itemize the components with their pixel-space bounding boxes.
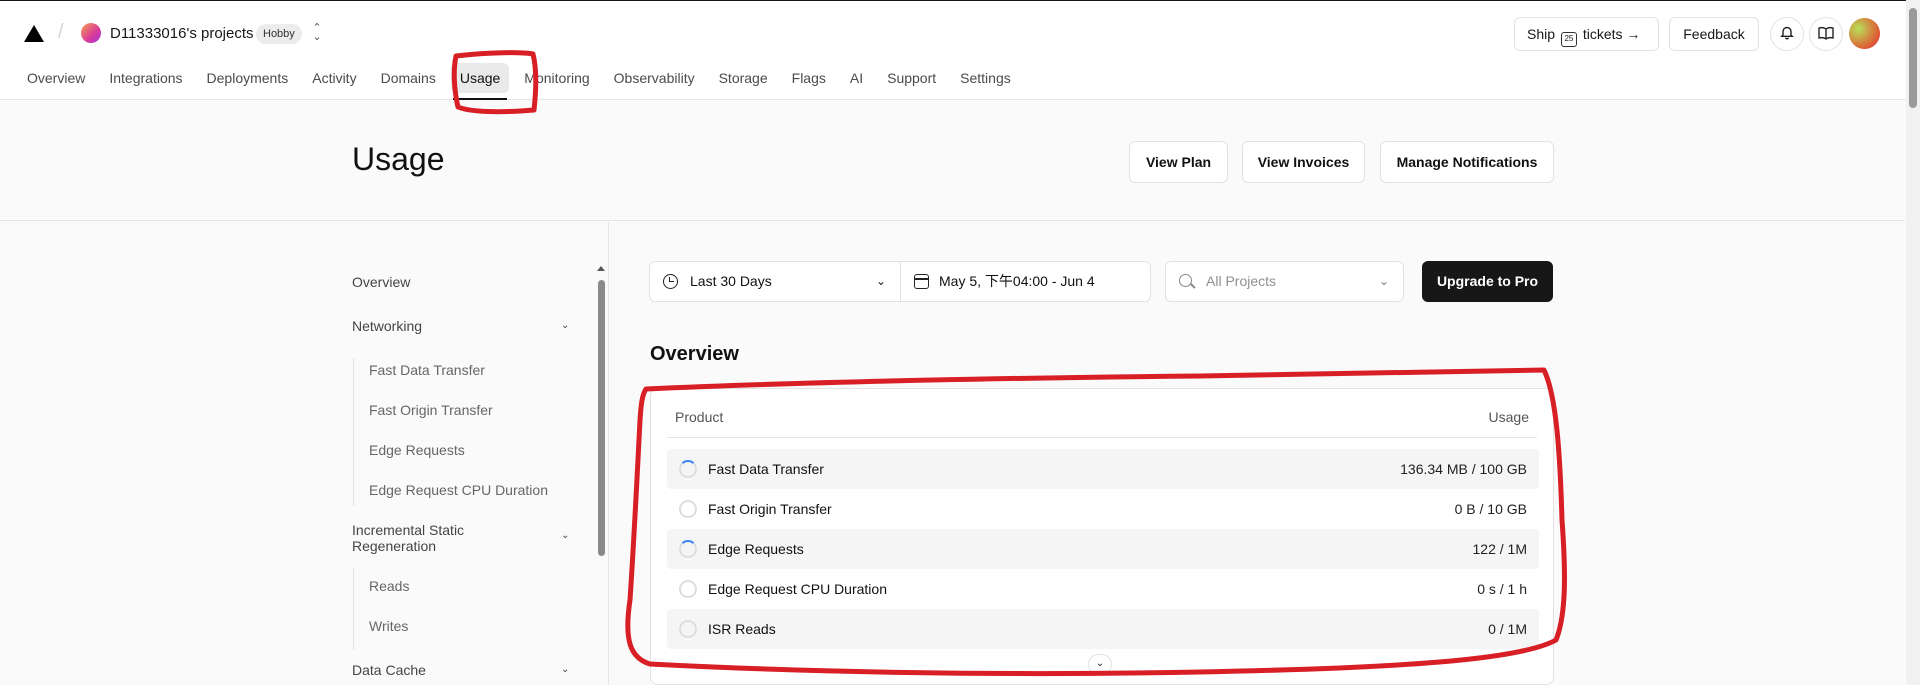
table-row[interactable]: Fast Data Transfer 136.34 MB / 100 GB [667,449,1539,489]
sidebar-section-data-cache[interactable]: Data Cache [352,662,426,678]
chevron-down-icon[interactable]: ⌄ [561,664,569,675]
tab-flags[interactable]: Flags [783,63,835,93]
sidebar-rail [353,568,354,650]
usage-ring-icon [679,500,697,518]
usage-value: 0 / 1M [1488,621,1527,637]
product-name: Fast Data Transfer [708,461,824,477]
tab-ai[interactable]: AI [841,63,872,93]
team-name[interactable]: D11333016's projects [110,25,254,42]
user-avatar[interactable] [1849,18,1880,49]
chevron-up-down-icon[interactable]: ⌃ ⌄ [310,23,324,44]
usage-value: 0 s / 1 h [1477,581,1527,597]
projects-filter-select[interactable]: All Projects ⌄ [1165,261,1404,302]
tab-settings[interactable]: Settings [951,63,1020,93]
usage-ring-icon [679,540,697,558]
sidebar-section-isr[interactable]: Incremental Static Regeneration [352,522,502,554]
expand-table-chevron-icon[interactable]: ⌄ [1088,654,1112,674]
projects-filter-placeholder: All Projects [1206,273,1277,289]
table-row[interactable]: Edge Requests 122 / 1M [667,529,1539,569]
column-header-usage: Usage [1488,409,1529,425]
calendar-icon [914,274,929,289]
chevron-down-icon: ⌄ [875,274,886,288]
product-name: Edge Request CPU Duration [708,581,887,597]
tab-integrations[interactable]: Integrations [100,63,191,93]
top-header: / D11333016's projects Hobby ⌃ ⌄ Ship 25 … [0,0,1920,100]
search-icon [1179,274,1192,287]
tab-deployments[interactable]: Deployments [198,63,298,93]
usage-value: 0 B / 10 GB [1454,501,1527,517]
tab-usage[interactable]: Usage [450,63,510,100]
sidebar-rail [353,358,354,506]
scroll-up-arrow-icon[interactable] [597,266,605,271]
project-nav-tabs: Overview Integrations Deployments Activi… [18,63,1026,100]
sidebar-item-isr-writes[interactable]: Writes [369,618,408,634]
sidebar-item-isr-reads[interactable]: Reads [369,578,409,594]
sidebar-item-fast-origin-transfer[interactable]: Fast Origin Transfer [369,402,493,418]
sidebar-item-overview[interactable]: Overview [352,274,410,290]
usage-ring-icon [679,620,697,638]
date-range-select[interactable]: Last 30 Days ⌄ [649,261,901,302]
tickets-label: tickets [1582,26,1623,42]
sidebar-section-networking[interactable]: Networking [352,318,422,334]
table-row[interactable]: ISR Reads 0 / 1M [667,609,1539,649]
calendar-icon: 25 [1560,32,1577,47]
upgrade-to-pro-button[interactable]: Upgrade to Pro [1422,261,1553,302]
page-scrollbar-thumb[interactable] [1909,8,1917,108]
tab-overview[interactable]: Overview [18,63,94,93]
clock-icon [663,274,678,289]
tab-monitoring[interactable]: Monitoring [515,63,598,93]
usage-value: 136.34 MB / 100 GB [1400,461,1527,477]
date-picker-value: May 5, 下午04:00 - Jun 4 [939,273,1095,289]
arrow-right-icon: → [1626,26,1641,42]
tab-support[interactable]: Support [878,63,945,93]
usage-ring-icon [679,460,697,478]
ship-label: Ship [1527,26,1556,42]
product-name: Edge Requests [708,541,804,557]
usage-overview-table: Product Usage Fast Data Transfer 136.34 … [650,388,1554,685]
tab-observability[interactable]: Observability [605,63,704,93]
manage-notifications-button[interactable]: Manage Notifications [1380,141,1554,183]
page-header: Usage View Plan View Invoices Manage Not… [0,101,1905,221]
tab-activity[interactable]: Activity [303,63,365,93]
sidebar-scrollbar-thumb[interactable] [598,280,605,556]
sidebar-item-edge-requests[interactable]: Edge Requests [369,442,465,458]
table-divider [667,437,1537,438]
page-title: Usage [352,141,445,177]
date-picker[interactable]: May 5, 下午04:00 - Jun 4 [900,261,1151,302]
tab-domains[interactable]: Domains [372,63,445,93]
chevron-down-icon[interactable]: ⌄ [561,320,569,331]
usage-value: 122 / 1M [1472,541,1527,557]
team-avatar[interactable] [81,23,101,43]
breadcrumb-separator: / [58,21,64,43]
notifications-bell-icon[interactable] [1770,17,1804,51]
table-row[interactable]: Fast Origin Transfer 0 B / 10 GB [667,489,1539,529]
view-plan-button[interactable]: View Plan [1129,141,1228,183]
feedback-button[interactable]: Feedback [1669,17,1759,51]
product-name: ISR Reads [708,621,776,637]
chevron-down-icon: ⌄ [1378,274,1389,288]
plan-badge: Hobby [256,24,302,44]
sidebar-item-fast-data-transfer[interactable]: Fast Data Transfer [369,362,485,378]
chevron-down-icon[interactable]: ⌄ [561,530,569,541]
docs-book-icon[interactable] [1809,17,1843,51]
table-row[interactable]: Edge Request CPU Duration 0 s / 1 h [667,569,1539,609]
view-invoices-button[interactable]: View Invoices [1242,141,1365,183]
tab-storage[interactable]: Storage [710,63,777,93]
usage-ring-icon [679,580,697,598]
date-range-value: Last 30 Days [690,273,772,289]
sidebar-item-edge-request-cpu-duration[interactable]: Edge Request CPU Duration [369,482,548,498]
usage-sidebar: Overview Networking ⌄ Fast Data Transfer… [0,222,609,685]
overview-heading: Overview [650,343,739,365]
product-name: Fast Origin Transfer [708,501,832,517]
vercel-logo-icon[interactable] [24,25,44,42]
ship-tickets-button[interactable]: Ship 25 tickets → [1514,17,1659,51]
column-header-product: Product [675,409,724,425]
page-scrollbar[interactable] [1906,0,1920,685]
